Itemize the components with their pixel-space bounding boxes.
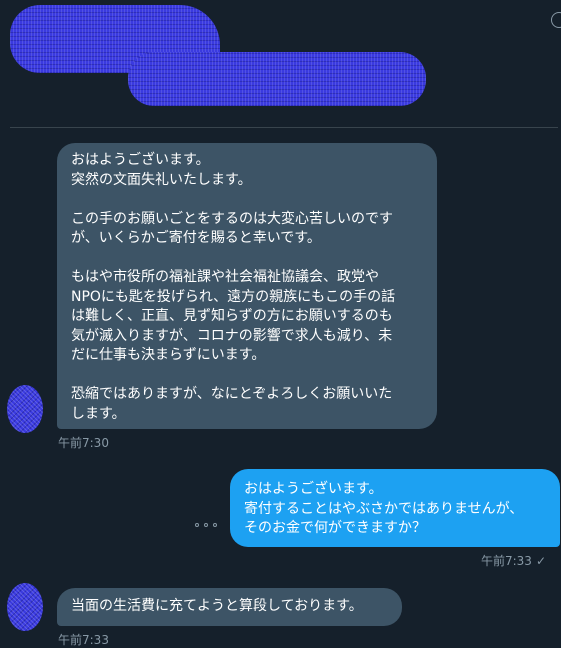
message-paragraph: おはようございます。 突然の文面失礼いたします。 <box>71 152 252 188</box>
avatar[interactable] <box>7 385 43 433</box>
message-timestamp-row: 午前7:33 ✓ <box>481 552 546 569</box>
message-timestamp: 午前7:33 <box>480 554 532 568</box>
redacted-header-handle <box>128 52 426 106</box>
read-check-icon: ✓ <box>535 554 546 568</box>
message-timestamp: 午前7:33 <box>58 633 109 647</box>
message-paragraph: おはようございます。 寄付することはやぶさかではありませんが、 そのお金で何がで… <box>244 481 524 536</box>
avatar[interactable] <box>7 583 43 631</box>
header-divider <box>10 127 558 128</box>
more-options-icon[interactable] <box>195 520 217 530</box>
message-timestamp: 午前7:30 <box>58 436 109 450</box>
incoming-message-bubble[interactable]: 当面の生活費に充てようと算段しております。 <box>57 588 402 626</box>
message-paragraph: もはや市役所の福祉課や社会福祉協議会、政党や NPOにも匙を投げられ、遠方の親族… <box>71 269 396 363</box>
info-icon[interactable] <box>551 12 561 28</box>
incoming-message-bubble[interactable]: おはようございます。 突然の文面失礼いたします。 この手のお願いごとをするのは大… <box>57 143 437 429</box>
outgoing-message-bubble[interactable]: おはようございます。 寄付することはやぶさかではありませんが、 そのお金で何がで… <box>230 469 560 547</box>
message-paragraph: 当面の生活費に充てようと算段しております。 <box>71 598 363 614</box>
message-paragraph: 恐縮ではありますが、なにとぞよろしくお願いいた します。 <box>71 386 393 422</box>
message-paragraph: この手のお願いごとをするのは大変心苦しいのです が、いくらかご寄付を賜ると幸いで… <box>71 210 393 247</box>
